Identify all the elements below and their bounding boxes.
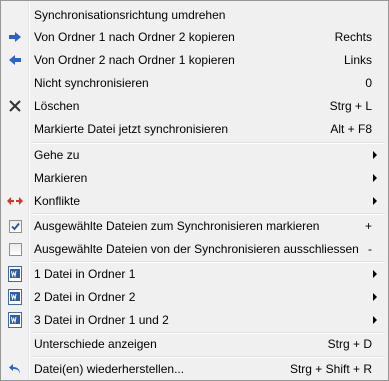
undo-icon <box>2 358 28 380</box>
menu-item-label: Von Ordner 2 nach Ordner 1 kopieren <box>34 53 235 67</box>
menu-item-label: 3 Datei in Ordner 1 und 2 <box>34 313 169 327</box>
context-menu: Synchronisationsrichtung umdrehen Von Or… <box>0 0 389 381</box>
menu-item-shortcut: + <box>364 219 372 233</box>
checkbox-empty-icon <box>2 238 28 260</box>
submenu-arrow-icon <box>373 197 377 205</box>
menu-item-sync-selected-now[interactable]: Markierte Datei jetzt synchronisieren Al… <box>2 118 387 140</box>
menu-item-label: Konflikte <box>34 194 81 208</box>
menu-item-label: Ausgewählte Dateien von der Synchronisie… <box>34 242 359 256</box>
menu-item-shortcut: Strg + D <box>327 337 372 351</box>
menu-item-shortcut: - <box>368 242 372 256</box>
submenu-arrow-icon <box>373 174 377 182</box>
arrow-right-icon <box>2 26 28 48</box>
menu-item-file-in-folder-1[interactable]: 1 Datei in Ordner 1 <box>2 263 387 285</box>
menu-item-label: 1 Datei in Ordner 1 <box>34 267 136 281</box>
menu-item-label: Nicht synchronisieren <box>34 76 149 90</box>
submenu-arrow-icon <box>373 316 377 324</box>
menu-item-file-in-folder-2[interactable]: 2 Datei in Ordner 2 <box>2 286 387 308</box>
conflict-arrows-icon <box>2 190 28 212</box>
delete-x-icon <box>2 95 28 117</box>
menu-item-label: Löschen <box>34 99 80 113</box>
arrow-left-icon <box>2 49 28 71</box>
menu-item-delete[interactable]: Löschen Strg + L <box>2 95 387 117</box>
menu-item-file-in-both-folders[interactable]: 3 Datei in Ordner 1 und 2 <box>2 309 387 331</box>
menu-item-label: Von Ordner 1 nach Ordner 2 kopieren <box>34 30 235 44</box>
menu-item-go-to[interactable]: Gehe zu <box>2 144 387 166</box>
menu-item-reverse-sync-direction[interactable]: Synchronisationsrichtung umdrehen <box>2 4 387 26</box>
menu-item-do-not-sync[interactable]: Nicht synchronisieren 0 <box>2 72 387 94</box>
submenu-arrow-icon <box>373 293 377 301</box>
menu-item-label: Unterschiede anzeigen <box>34 337 157 351</box>
menu-item-label: Ausgewählte Dateien zum Synchronisieren … <box>34 219 320 233</box>
menu-item-exclude-from-sync[interactable]: Ausgewählte Dateien von der Synchronisie… <box>2 238 387 260</box>
document-icon <box>2 309 28 331</box>
menu-item-shortcut: Alt + F8 <box>330 122 372 136</box>
menu-item-label: Markieren <box>34 171 88 185</box>
menu-item-shortcut: 0 <box>365 76 372 90</box>
menu-item-label: Gehe zu <box>34 148 80 162</box>
menu-item-shortcut: Links <box>343 53 372 67</box>
menu-item-label: Markierte Datei jetzt synchronisieren <box>34 122 229 136</box>
menu-item-shortcut: Rechts <box>334 30 372 44</box>
menu-item-shortcut: Strg + Shift + R <box>289 362 372 376</box>
menu-item-conflicts[interactable]: Konflikte <box>2 190 387 212</box>
menu-item-mark[interactable]: Markieren <box>2 167 387 189</box>
menu-item-label: Datei(en) wiederherstellen... <box>34 362 185 376</box>
menu-item-show-differences[interactable]: Unterschiede anzeigen Strg + D <box>2 333 387 355</box>
menu-item-copy-folder2-to-folder1[interactable]: Von Ordner 2 nach Ordner 1 kopieren Link… <box>2 49 387 71</box>
submenu-arrow-icon <box>373 151 377 159</box>
submenu-arrow-icon <box>373 270 377 278</box>
document-icon <box>2 286 28 308</box>
menu-item-copy-folder1-to-folder2[interactable]: Von Ordner 1 nach Ordner 2 kopieren Rech… <box>2 26 387 48</box>
menu-item-label: 2 Datei in Ordner 2 <box>34 290 136 304</box>
document-icon <box>2 263 28 285</box>
menu-item-label: Synchronisationsrichtung umdrehen <box>34 8 226 22</box>
checkbox-checked-icon <box>2 215 28 237</box>
menu-item-restore-files[interactable]: Datei(en) wiederherstellen... Strg + Shi… <box>2 358 387 380</box>
menu-item-mark-for-sync[interactable]: Ausgewählte Dateien zum Synchronisieren … <box>2 215 387 237</box>
menu-item-shortcut: Strg + L <box>329 99 372 113</box>
